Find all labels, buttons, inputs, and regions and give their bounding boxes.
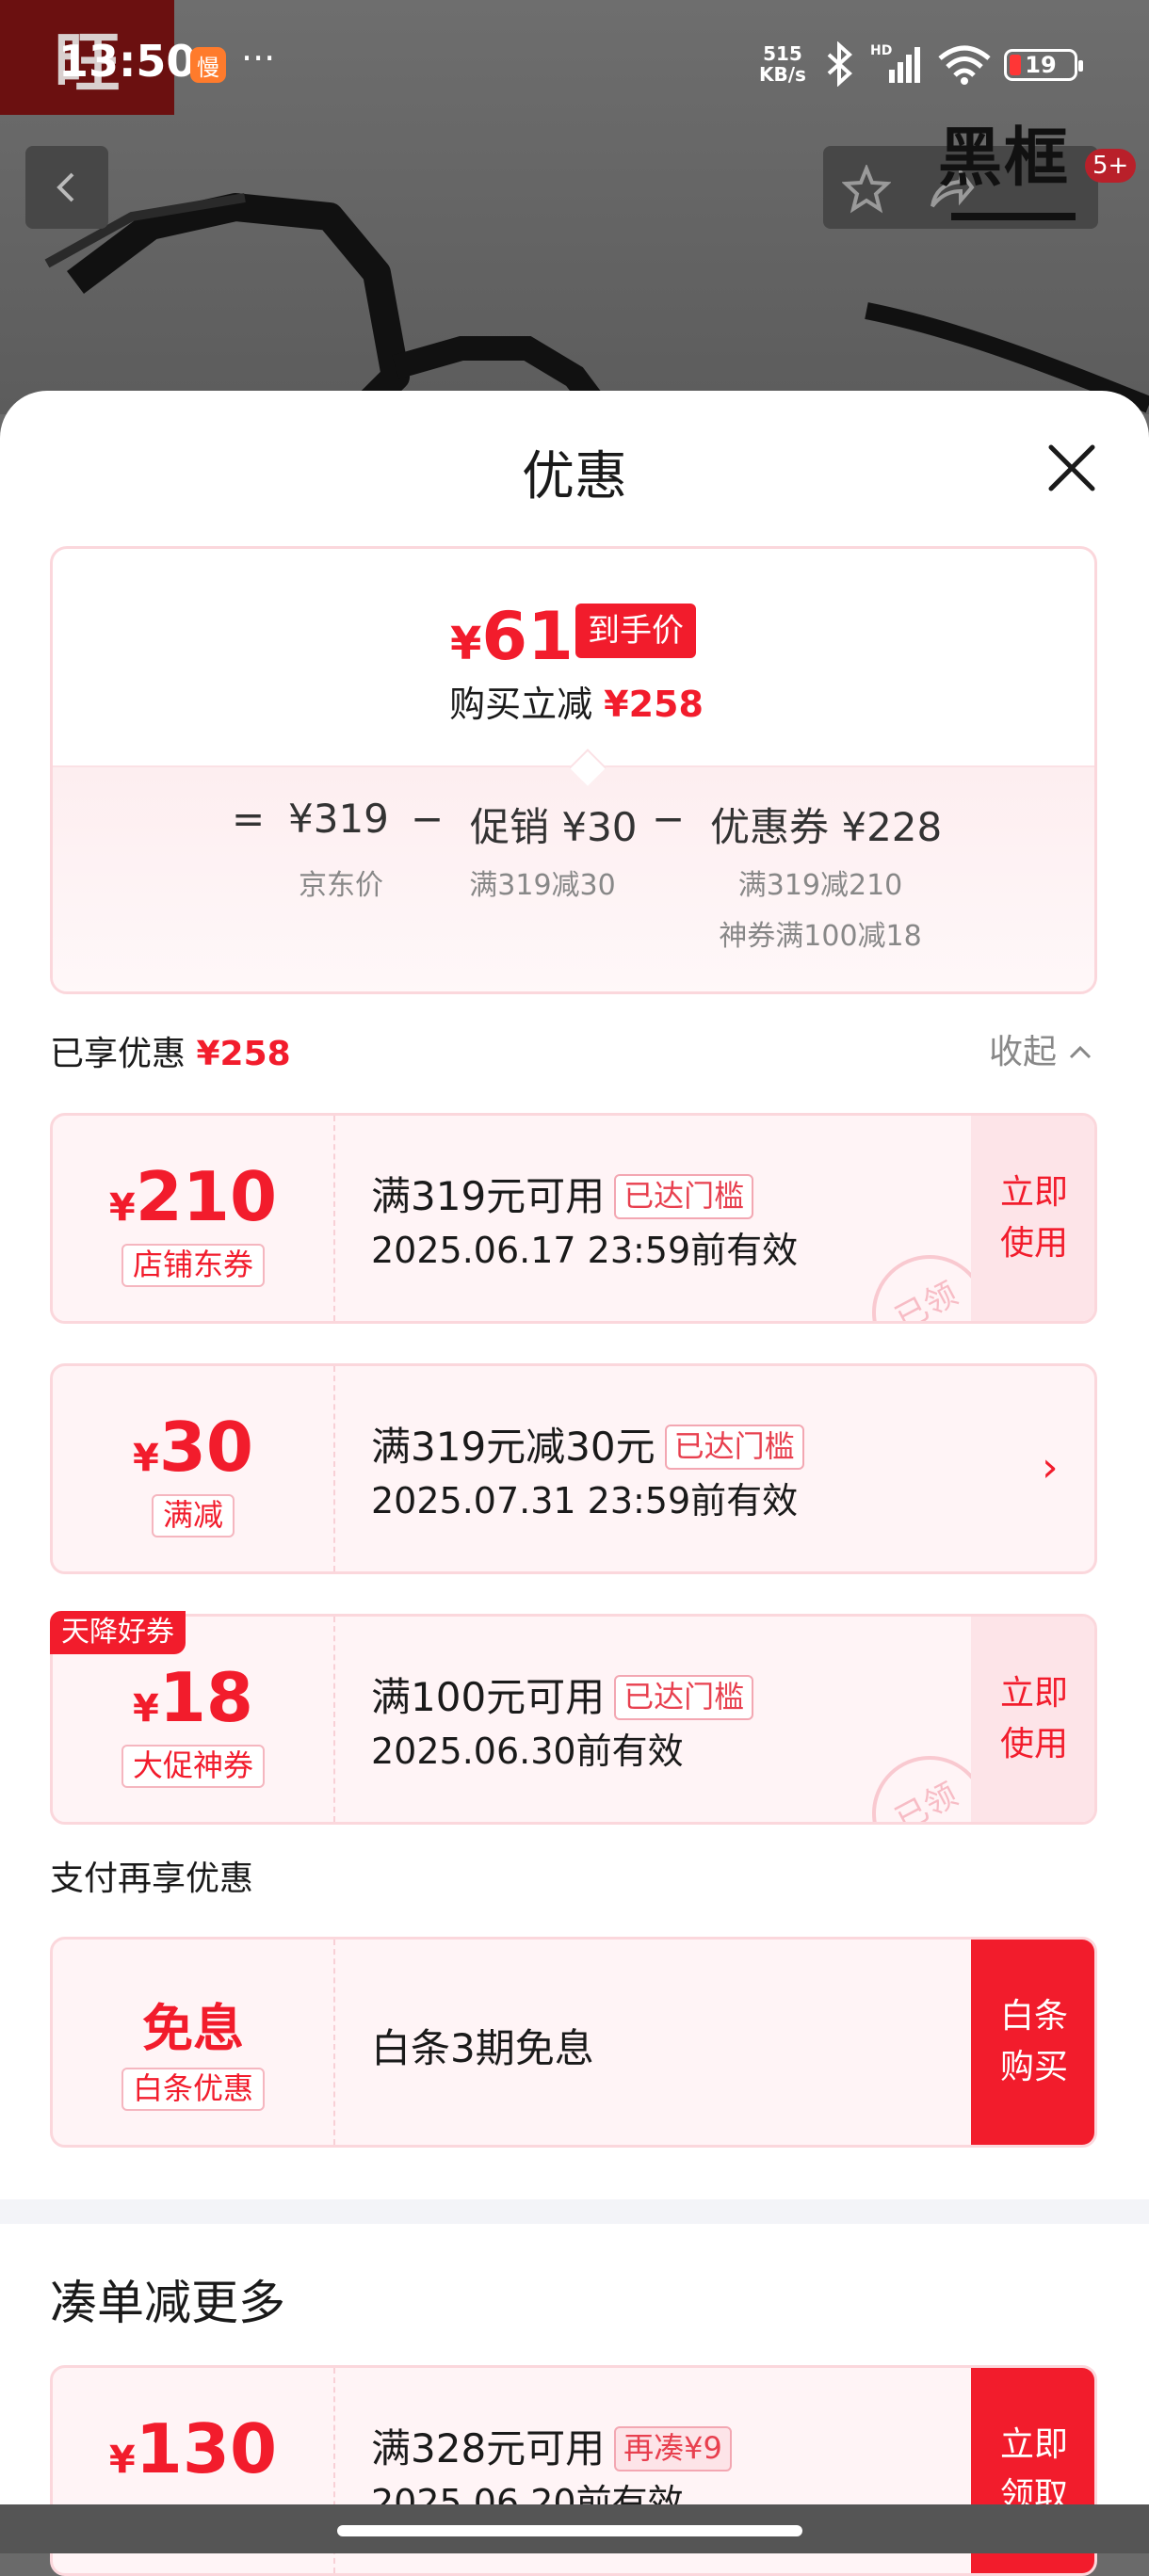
use-now-button[interactable]: 立即 使用 [971,1116,1094,1321]
coupon-condition: 满100元可用 已达门槛 [371,1666,754,1723]
coupon-type: 大促神券 [121,1745,266,1788]
top-up-tag: 再凑¥9 [614,2426,732,2471]
promo-condition: 满319减30 [469,869,616,902]
use-now-button[interactable]: 立即 使用 [971,1617,1094,1822]
battery-icon: 19 [1004,49,1083,81]
close-icon[interactable] [1042,438,1102,498]
offer-type: 白条优惠 [121,2068,266,2111]
minus-sign: − [411,796,445,842]
home-indicator[interactable] [337,2525,802,2536]
threshold-tag: 已达门槛 [664,1425,804,1470]
coupon-condition: 满328元可用 再凑¥9 [371,2417,732,2474]
baitiao-offer-card[interactable]: 免息 白条优惠 白条3期免息 白条 购买 [50,1937,1097,2148]
promo-amount: 促销 ¥30 [470,804,638,850]
clock: 13:50 [58,36,197,87]
coupon-validity: 2025.06.30前有效 [371,1731,684,1772]
coupon-condition: 满319元可用 已达门槛 [371,1165,754,1222]
threshold-tag: 已达门槛 [614,1174,754,1219]
sheet-title: 优惠 [522,446,627,507]
network-speed: 515 KB/s [759,42,806,86]
coupon-condition-1: 满319减210 [737,869,903,902]
enjoyed-discount-label: 已享优惠 ¥258 [50,1035,291,1073]
baitiao-buy-button[interactable]: 白条 购买 [971,1940,1094,2145]
brand-label: 黑框 [938,121,1071,196]
base-price-label: 京东价 [299,869,383,902]
coupon-condition: 满319元减30元 已达门槛 [371,1415,804,1473]
coupon-amount: 优惠券 ¥228 [710,804,943,850]
coupon-validity: 2025.07.31 23:59前有效 [371,1480,799,1521]
chevron-left-icon [57,172,74,202]
more-notifications-icon: ··· [241,38,276,79]
collapse-toggle[interactable]: 收起 [989,1024,1093,1073]
chevron-up-icon [1070,1045,1092,1059]
offer-description: 白条3期免息 [371,2025,594,2071]
favorite-star-icon[interactable] [842,165,891,214]
coupon-divider [333,1617,335,1822]
final-price: ¥61 [450,598,574,675]
price-summary-card: ¥61 到手价 购买立减 ¥258 = ¥319 京东价 − 促销 ¥30 满3… [50,546,1097,994]
coupon-divider [333,1366,335,1571]
wifi-icon [938,45,991,85]
coupon-divider [333,1116,335,1321]
cart-count-badge: 5+ [1085,149,1137,183]
minus-sign: − [652,796,686,842]
bluetooth-icon [827,41,852,87]
svg-text:HD: HD [870,43,892,58]
coupon-validity: 2025.06.17 23:59前有效 [371,1230,799,1271]
equals-sign: = [232,796,266,842]
payment-discount-label: 支付再享优惠 [50,1860,254,1898]
coupon-value: ¥30 满减 [53,1366,333,1571]
coupon-condition-2: 神券满100减18 [719,920,922,953]
coupon-value: ¥210 店铺东券 [53,1116,333,1321]
chevron-right-icon[interactable]: › [1042,1443,1059,1491]
coupon-card[interactable]: ¥18 大促神券 满100元可用 已达门槛 2025.06.30前有效 已领 立即… [50,1614,1097,1825]
lucky-coupon-ribbon: 天降好券 [50,1611,186,1654]
app-notification-icon: 慢 [190,47,226,83]
coupon-divider [333,1940,335,2145]
final-price-tag: 到手价 [575,604,696,658]
coupon-card[interactable]: ¥210 店铺东券 满319元可用 已达门槛 2025.06.17 23:59前有… [50,1113,1097,1324]
section-separator [0,2199,1149,2224]
base-price: ¥319 [288,796,389,842]
offer-value: 免息 白条优惠 [53,1940,333,2145]
coupon-card[interactable]: ¥30 满减 满319元减30元 已达门槛 2025.07.31 23:59前有效… [50,1363,1097,1574]
signal-icon: HD [870,43,920,83]
coupon-type: 满减 [151,1494,235,1538]
instant-discount: 购买立减 ¥258 [449,684,704,725]
more-savings-title: 凑单减更多 [50,2276,285,2330]
back-button[interactable] [25,146,108,229]
coupon-type: 店铺东券 [121,1244,266,1287]
threshold-tag: 已达门槛 [614,1675,754,1720]
brand-underline [951,213,1076,220]
